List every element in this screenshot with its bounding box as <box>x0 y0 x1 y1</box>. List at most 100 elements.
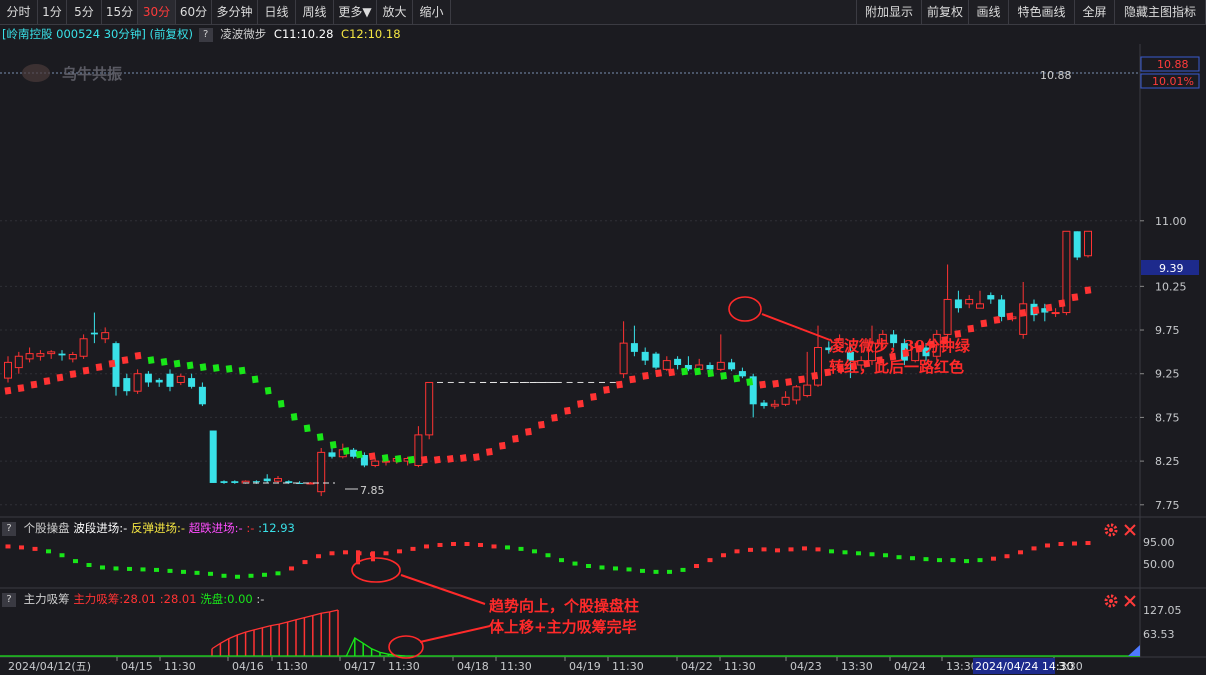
lingbo-dot <box>277 399 285 408</box>
panel3-settings-gear-icon[interactable] <box>1103 593 1119 609</box>
panel2-settings-gear-icon[interactable] <box>1103 522 1119 538</box>
candle-body <box>188 378 196 387</box>
panel2-bar <box>383 551 389 556</box>
panel3-tick-label: 127.05 <box>1143 604 1182 617</box>
panel2-bar <box>275 571 281 576</box>
period-tab-8[interactable]: 周线 <box>296 0 334 24</box>
lingbo-dot <box>1006 312 1014 321</box>
panel2-bar <box>923 557 929 562</box>
lingbo-dot <box>811 371 819 380</box>
toolbar-right-button-1[interactable]: 前复权 <box>922 0 969 24</box>
panel2-bar <box>788 547 794 552</box>
panel3-series <box>0 609 1140 657</box>
period-tab-7[interactable]: 日线 <box>258 0 296 24</box>
candle-body <box>371 460 380 466</box>
price-tick-label: 8.75 <box>1155 411 1180 424</box>
toolbar-right-button-2[interactable]: 画线 <box>969 0 1009 24</box>
candle-body <box>176 375 185 383</box>
panel2-l2: 反弹进场:- <box>131 521 186 535</box>
panel2-bar <box>1045 543 1050 548</box>
period-tab-11[interactable]: 缩小 <box>413 0 451 24</box>
panel3-close-icon[interactable] <box>1123 594 1137 608</box>
panel3-l3: 洗盘:0.00 <box>200 592 253 606</box>
candle-body <box>900 343 908 361</box>
lingbo-dot <box>173 359 181 368</box>
cursor-price-box <box>1141 260 1199 275</box>
period-tab-0[interactable]: 分时 <box>0 0 38 24</box>
candle-body <box>825 347 833 351</box>
panel2-bar <box>991 556 996 561</box>
lingbo-dot <box>837 364 845 373</box>
panel2-bar <box>73 559 78 564</box>
panel3-help-icon[interactable]: ? <box>2 592 16 607</box>
panel2-bar <box>505 545 510 550</box>
candle-body <box>814 347 822 386</box>
panel2-bar <box>613 566 618 571</box>
toolbar-right-button-5[interactable]: 隐藏主图指标 <box>1115 0 1206 24</box>
panel2-bar <box>599 565 605 570</box>
panel2-bar <box>181 569 186 574</box>
date-label: 3:30 <box>1058 660 1083 673</box>
lingbo-dot <box>264 386 272 395</box>
panel2-bar <box>1031 546 1037 551</box>
date-highlight-label: 2024/04/24 14:30 <box>975 660 1074 673</box>
candle-body <box>414 434 423 466</box>
annotations: 凌波微步，30分钟绿转红，此后一路红色趋势向上，个股操盘柱体上移+主力吸筹完毕 <box>351 296 971 659</box>
panel2-bar <box>46 549 51 554</box>
candle-body <box>987 295 995 300</box>
lingbo-dot <box>733 374 741 383</box>
date-label: 04/23 <box>790 660 822 673</box>
panel2-bar <box>586 564 591 568</box>
lingbo-dot <box>681 367 689 376</box>
panel2-bar <box>856 551 861 556</box>
indicator-help-icon[interactable]: ? <box>198 27 213 42</box>
candle-body <box>792 386 801 401</box>
lingbo-dot <box>381 454 389 462</box>
panel2-bar <box>397 549 402 554</box>
lingbo-dot <box>4 386 12 395</box>
toolbar-right-button-0[interactable]: 附加显示 <box>856 0 922 24</box>
period-tab-4[interactable]: 30分 <box>138 0 176 24</box>
panel3-l1: 主力吸筹:28.01 <box>73 592 157 606</box>
toolbar-right-button-3[interactable]: 特色画线 <box>1009 0 1075 24</box>
panel2-bar <box>694 564 699 568</box>
lingbo-dot <box>82 366 90 375</box>
period-tab-9[interactable]: 更多▼ <box>334 0 377 24</box>
panel2-bar <box>262 572 267 577</box>
pct-change-label: 10.01% <box>1152 75 1194 88</box>
lingbo-dot <box>407 455 415 464</box>
period-tab-6[interactable]: 多分钟 <box>212 0 258 24</box>
lingbo-dot <box>915 344 923 353</box>
annotation-text: 凌波微步，30分钟绿 <box>829 337 971 355</box>
date-label: 11:30 <box>500 660 532 673</box>
period-tab-2[interactable]: 5分 <box>67 0 102 24</box>
candle-body <box>209 430 217 483</box>
period-tab-10[interactable]: 放大 <box>377 0 413 24</box>
candle-body <box>198 386 206 405</box>
period-tab-3[interactable]: 15分 <box>102 0 138 24</box>
lingbo-dot <box>707 369 715 378</box>
panel2-bar <box>329 551 335 556</box>
panel2-close-icon[interactable] <box>1123 523 1137 537</box>
panel2-header: ? 个股操盘 波段进场:- 反弹进场:- 超跌进场:- :- :12.93 <box>0 520 295 536</box>
panel3-header: ? 主力吸筹 主力吸筹:28.01 :28.01 洗盘:0.00 :- <box>0 591 264 607</box>
panel2-help-icon[interactable]: ? <box>2 521 16 536</box>
panel2-bar <box>343 550 348 555</box>
toolbar-right-button-4[interactable]: 全屏 <box>1075 0 1115 24</box>
candle-body <box>728 362 736 370</box>
candle-body <box>890 334 898 344</box>
panel2-l1: 波段进场:- <box>73 521 128 535</box>
period-tab-1[interactable]: 1分 <box>38 0 67 24</box>
period-tab-5[interactable]: 60分 <box>176 0 212 24</box>
panel2-series <box>5 541 1091 579</box>
lingbo-dot <box>1032 306 1040 315</box>
candle-body <box>760 402 768 407</box>
candle-body <box>706 364 714 370</box>
watermark-text: 乌牛共振 <box>62 65 122 83</box>
panel2-bar <box>653 569 659 574</box>
lingbo-dot <box>603 385 610 394</box>
lingbo-dot <box>147 356 155 365</box>
candle-body <box>695 364 704 370</box>
panel2-bar <box>302 560 308 565</box>
date-label: 04/18 <box>457 660 489 673</box>
